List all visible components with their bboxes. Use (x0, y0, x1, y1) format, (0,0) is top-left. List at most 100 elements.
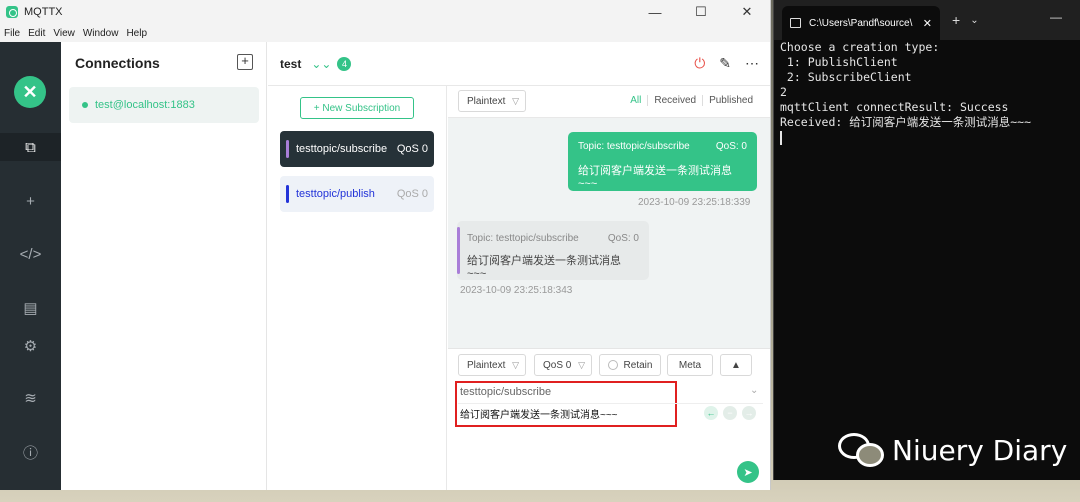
subscription-item[interactable]: testtopic/subscribe QoS 0 (280, 131, 434, 167)
retain-label: Retain (623, 359, 653, 371)
chevron-down-icon[interactable]: ⌄⌄ (311, 57, 331, 71)
message-filter-bar: Plaintext ▽ All Received Published (448, 86, 770, 118)
add-icon[interactable]: + (0, 187, 61, 215)
subscription-topic: testtopic/subscribe (296, 143, 388, 155)
log-icon[interactable]: ▤ (0, 294, 61, 322)
more-icon[interactable]: ⋯ (745, 55, 759, 72)
subscription-item[interactable]: testtopic/publish QoS 0 (280, 176, 434, 212)
new-subscription-button[interactable]: + New Subscription (300, 97, 414, 119)
terminal-line: Choose a creation type: (780, 40, 940, 54)
history-reset-icon[interactable]: − (723, 406, 737, 420)
send-icon: ➤ (743, 466, 753, 479)
terminal-line: mqttClient connectResult: Success (780, 100, 1009, 114)
left-nav-bar: ✕ ⧉ + </> ▤ ⚙ ≋ ⓘ (0, 42, 61, 490)
chevron-down-icon[interactable]: ⌄ (970, 15, 978, 26)
filter-published-tab[interactable]: Published (702, 95, 759, 106)
subscription-qos: QoS 0 (396, 143, 428, 155)
topic-color-bar (457, 227, 460, 274)
subscription-topic: testtopic/publish (296, 188, 375, 200)
publish-composer: Plaintext ▽ QoS 0 ▽ Retain Meta ▲ testto… (448, 348, 770, 490)
history-back-icon[interactable]: ← (704, 406, 718, 420)
menu-file[interactable]: File (4, 28, 20, 39)
terminal-line: 1: PublishClient (780, 55, 898, 69)
maximize-button[interactable]: ☐ (678, 0, 724, 24)
subscription-count-badge: 4 (337, 56, 352, 71)
connection-name: test (280, 56, 302, 71)
received-message-bubble: Topic: testtopic/subscribe QoS: 0 给订阅客户端… (457, 221, 649, 280)
menu-view[interactable]: View (53, 28, 75, 39)
disconnect-power-icon[interactable]: ⏻ (694, 55, 705, 72)
minimize-button[interactable]: — (1050, 10, 1062, 24)
minimize-button[interactable]: — (632, 0, 678, 24)
connections-icon[interactable]: ⧉ (0, 133, 61, 161)
close-tab-icon[interactable]: ✕ (923, 17, 932, 30)
terminal-tab[interactable]: C:\Users\Pandf\source\ ✕ (782, 6, 940, 40)
history-forward-icon[interactable]: → (742, 406, 756, 420)
topic-input[interactable]: testtopic/subscribe (460, 386, 551, 398)
composer-format-value: Plaintext (467, 359, 506, 371)
message-qos: QoS: 0 (607, 233, 639, 244)
message-list: Plaintext ▽ All Received Published Topic… (448, 86, 770, 348)
connection-item[interactable]: test@localhost:1883 (69, 87, 259, 123)
script-icon[interactable]: </> (0, 240, 61, 268)
new-connection-button[interactable]: + (237, 54, 253, 70)
menu-window[interactable]: Window (83, 28, 119, 39)
connections-panel: Connections + test@localhost:1883 (61, 42, 267, 490)
qos-select[interactable]: QoS 0 ▽ (534, 354, 592, 376)
payload-input[interactable]: 给订阅客户端发送一条测试消息~~~ (460, 406, 618, 421)
menu-help[interactable]: Help (126, 28, 147, 39)
message-topic: Topic: testtopic/subscribe (467, 233, 579, 244)
window-title: MQTTX (24, 6, 63, 18)
chevron-down-icon[interactable]: ⌄ (750, 385, 758, 396)
chevron-down-icon: ▽ (512, 359, 519, 370)
terminal-line: 2: SubscribeClient (780, 70, 912, 84)
terminal-icon (790, 18, 801, 28)
message-timestamp: 2023-10-09 23:25:18:339 (638, 197, 751, 208)
menu-edit[interactable]: Edit (28, 28, 45, 39)
filter-received-tab[interactable]: Received (647, 95, 702, 106)
terminal-tab-title: C:\Users\Pandf\source\ (809, 17, 913, 29)
window-controls: — ☐ ✕ (632, 0, 770, 24)
connection-main: test ⌄⌄ 4 ⏻ ✎ ⋯ + New Subscription testt… (268, 42, 770, 490)
message-payload: 给订阅客户端发送一条测试消息~~~ (578, 165, 732, 190)
connection-label: test@localhost:1883 (95, 99, 195, 111)
message-timestamp: 2023-10-09 23:25:18:343 (460, 285, 573, 296)
wechat-icon (838, 431, 886, 469)
terminal-line: 2 (780, 85, 787, 99)
connections-header: Connections (75, 55, 160, 71)
chevron-down-icon: ▽ (512, 95, 519, 106)
menu-bar: File Edit View Window Help (0, 24, 770, 42)
terminal-title-bar: C:\Users\Pandf\source\ ✕ + ⌄ — (774, 0, 1080, 40)
terminal-output: Choose a creation type: 1: PublishClient… (780, 40, 1031, 145)
payload-format-value: Plaintext (467, 95, 506, 107)
terminal-line: Received: 给订阅客户端发送一条测试消息~~~ (780, 115, 1032, 129)
qos-value: QoS 0 (543, 359, 572, 371)
filter-all-tab[interactable]: All (624, 95, 647, 106)
message-filter-tabs: All Received Published (624, 95, 759, 106)
settings-icon[interactable]: ⚙ (0, 332, 61, 360)
feed-icon[interactable]: ≋ (0, 384, 61, 412)
topic-color-bar (286, 185, 289, 203)
message-payload: 给订阅客户端发送一条测试消息~~~ (467, 255, 621, 280)
edit-icon[interactable]: ✎ (719, 55, 731, 72)
payload-format-select[interactable]: Plaintext ▽ (458, 90, 526, 112)
divider (458, 403, 763, 404)
connection-header: test ⌄⌄ 4 ⏻ ✎ ⋯ (268, 42, 770, 86)
terminal-cursor (780, 130, 782, 145)
topic-color-bar (286, 140, 289, 158)
mqttx-window: MQTTX — ☐ ✕ File Edit View Window Help ✕… (0, 0, 771, 490)
watermark: Niuery Diary (838, 431, 1067, 469)
about-icon[interactable]: ⓘ (0, 438, 61, 466)
composer-format-select[interactable]: Plaintext ▽ (458, 354, 526, 376)
connected-status-dot (82, 102, 88, 108)
collapse-up-button[interactable]: ▲ (720, 354, 752, 376)
subscription-qos: QoS 0 (396, 188, 428, 200)
close-button[interactable]: ✕ (724, 0, 770, 24)
retain-radio-icon (607, 360, 618, 370)
watermark-text: Niuery Diary (892, 433, 1068, 467)
new-tab-icon[interactable]: + (952, 12, 960, 28)
meta-button[interactable]: Meta (667, 354, 713, 376)
retain-toggle[interactable]: Retain (599, 354, 661, 376)
send-button[interactable]: ➤ (737, 461, 759, 483)
terminal-window: C:\Users\Pandf\source\ ✕ + ⌄ — Choose a … (773, 0, 1080, 480)
